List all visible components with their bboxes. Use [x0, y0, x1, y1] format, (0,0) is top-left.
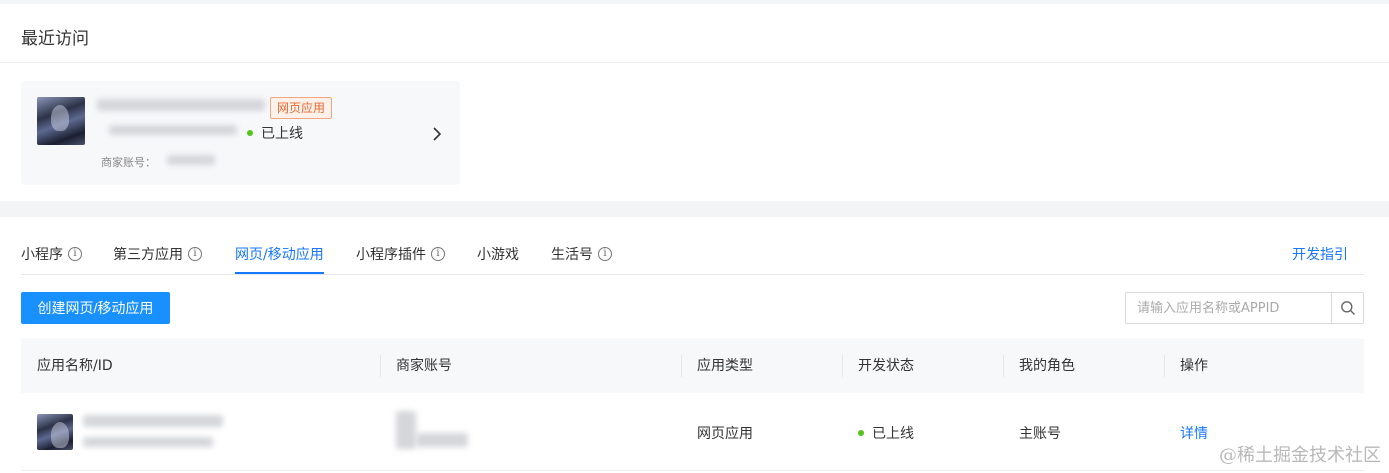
info-icon[interactable]: i	[68, 247, 82, 261]
detail-link[interactable]: 详情	[1180, 423, 1208, 443]
tab-web-mobile-app[interactable]: 网页/移动应用	[235, 244, 324, 264]
redacted-app-id	[83, 437, 213, 447]
recent-visit-section: 最近访问 网页应用 已上线 商家账号：	[0, 4, 1389, 201]
status-dot	[247, 130, 253, 136]
tab-label: 网页/移动应用	[235, 247, 324, 263]
chevron-right-icon[interactable]	[431, 127, 443, 141]
recent-app-card[interactable]: 网页应用 已上线 商家账号：	[21, 81, 460, 185]
dev-guide-link[interactable]: 开发指引	[1292, 244, 1348, 264]
search-button[interactable]	[1331, 293, 1363, 323]
app-type-tag: 网页应用	[270, 97, 333, 119]
tab-life-account[interactable]: 生活号 i	[551, 244, 612, 264]
column-header: 我的角色	[1019, 358, 1075, 374]
status-dot	[858, 430, 864, 436]
column-separator	[1003, 355, 1004, 377]
redacted-app-name	[97, 99, 265, 111]
search-icon	[1340, 301, 1355, 315]
column-separator	[1164, 355, 1165, 377]
table-row[interactable]: 网页应用 已上线 主账号 详情	[21, 393, 1364, 471]
app-list-section: 小程序 i 第三方应用 i 网页/移动应用 小程序插件 i 小游戏 生活号 i …	[0, 217, 1389, 473]
tab-bar: 小程序 i 第三方应用 i 网页/移动应用 小程序插件 i 小游戏 生活号 i	[21, 217, 1364, 275]
redacted-app-id	[109, 125, 237, 135]
tab-label: 小游戏	[477, 247, 519, 263]
app-avatar	[37, 414, 73, 450]
tab-label: 生活号	[551, 247, 593, 263]
app-type-cell: 网页应用	[697, 426, 753, 442]
redacted-merchant-account	[416, 433, 468, 447]
recent-visit-title: 最近访问	[21, 29, 89, 49]
column-header: 操作	[1180, 358, 1208, 374]
search-box	[1125, 292, 1364, 324]
column-header: 开发状态	[858, 358, 914, 374]
status-text: 已上线	[872, 426, 914, 442]
app-table: 应用名称/ID 商家账号 应用类型 开发状态 我的角色 操作 网页应用 已上线 …	[21, 339, 1364, 471]
redacted-app-name	[83, 415, 223, 427]
watermark: @稀土掘金技术社区	[1219, 445, 1381, 466]
active-tab-indicator	[235, 272, 324, 274]
tab-label: 小程序	[21, 247, 63, 263]
redacted-merchant-account	[167, 155, 215, 165]
tab-third-party-app[interactable]: 第三方应用 i	[113, 244, 202, 264]
search-input[interactable]	[1126, 293, 1331, 323]
tab-mini-program-plugin[interactable]: 小程序插件 i	[356, 244, 445, 264]
redacted-merchant-account	[396, 411, 416, 449]
app-avatar	[37, 97, 85, 145]
app-status: 已上线	[247, 123, 303, 143]
column-separator	[842, 355, 843, 377]
column-separator	[681, 355, 682, 377]
table-header: 应用名称/ID 商家账号 应用类型 开发状态 我的角色 操作	[21, 339, 1364, 393]
info-icon[interactable]: i	[188, 247, 202, 261]
merchant-account-label: 商家账号：	[101, 156, 156, 169]
info-icon[interactable]: i	[431, 247, 445, 261]
tab-mini-game[interactable]: 小游戏	[477, 244, 519, 264]
status-text: 已上线	[261, 126, 303, 142]
column-separator	[380, 355, 381, 377]
column-header: 应用名称/ID	[37, 358, 113, 374]
role-cell: 主账号	[1019, 426, 1061, 442]
tab-label: 小程序插件	[356, 247, 426, 263]
column-header: 应用类型	[697, 358, 753, 374]
create-app-button[interactable]: 创建网页/移动应用	[21, 292, 170, 324]
column-header: 商家账号	[396, 358, 452, 374]
tab-mini-program[interactable]: 小程序 i	[21, 244, 82, 264]
divider	[0, 62, 1389, 63]
info-icon[interactable]: i	[598, 247, 612, 261]
tab-label: 第三方应用	[113, 247, 183, 263]
dev-status-cell: 已上线	[858, 423, 914, 443]
